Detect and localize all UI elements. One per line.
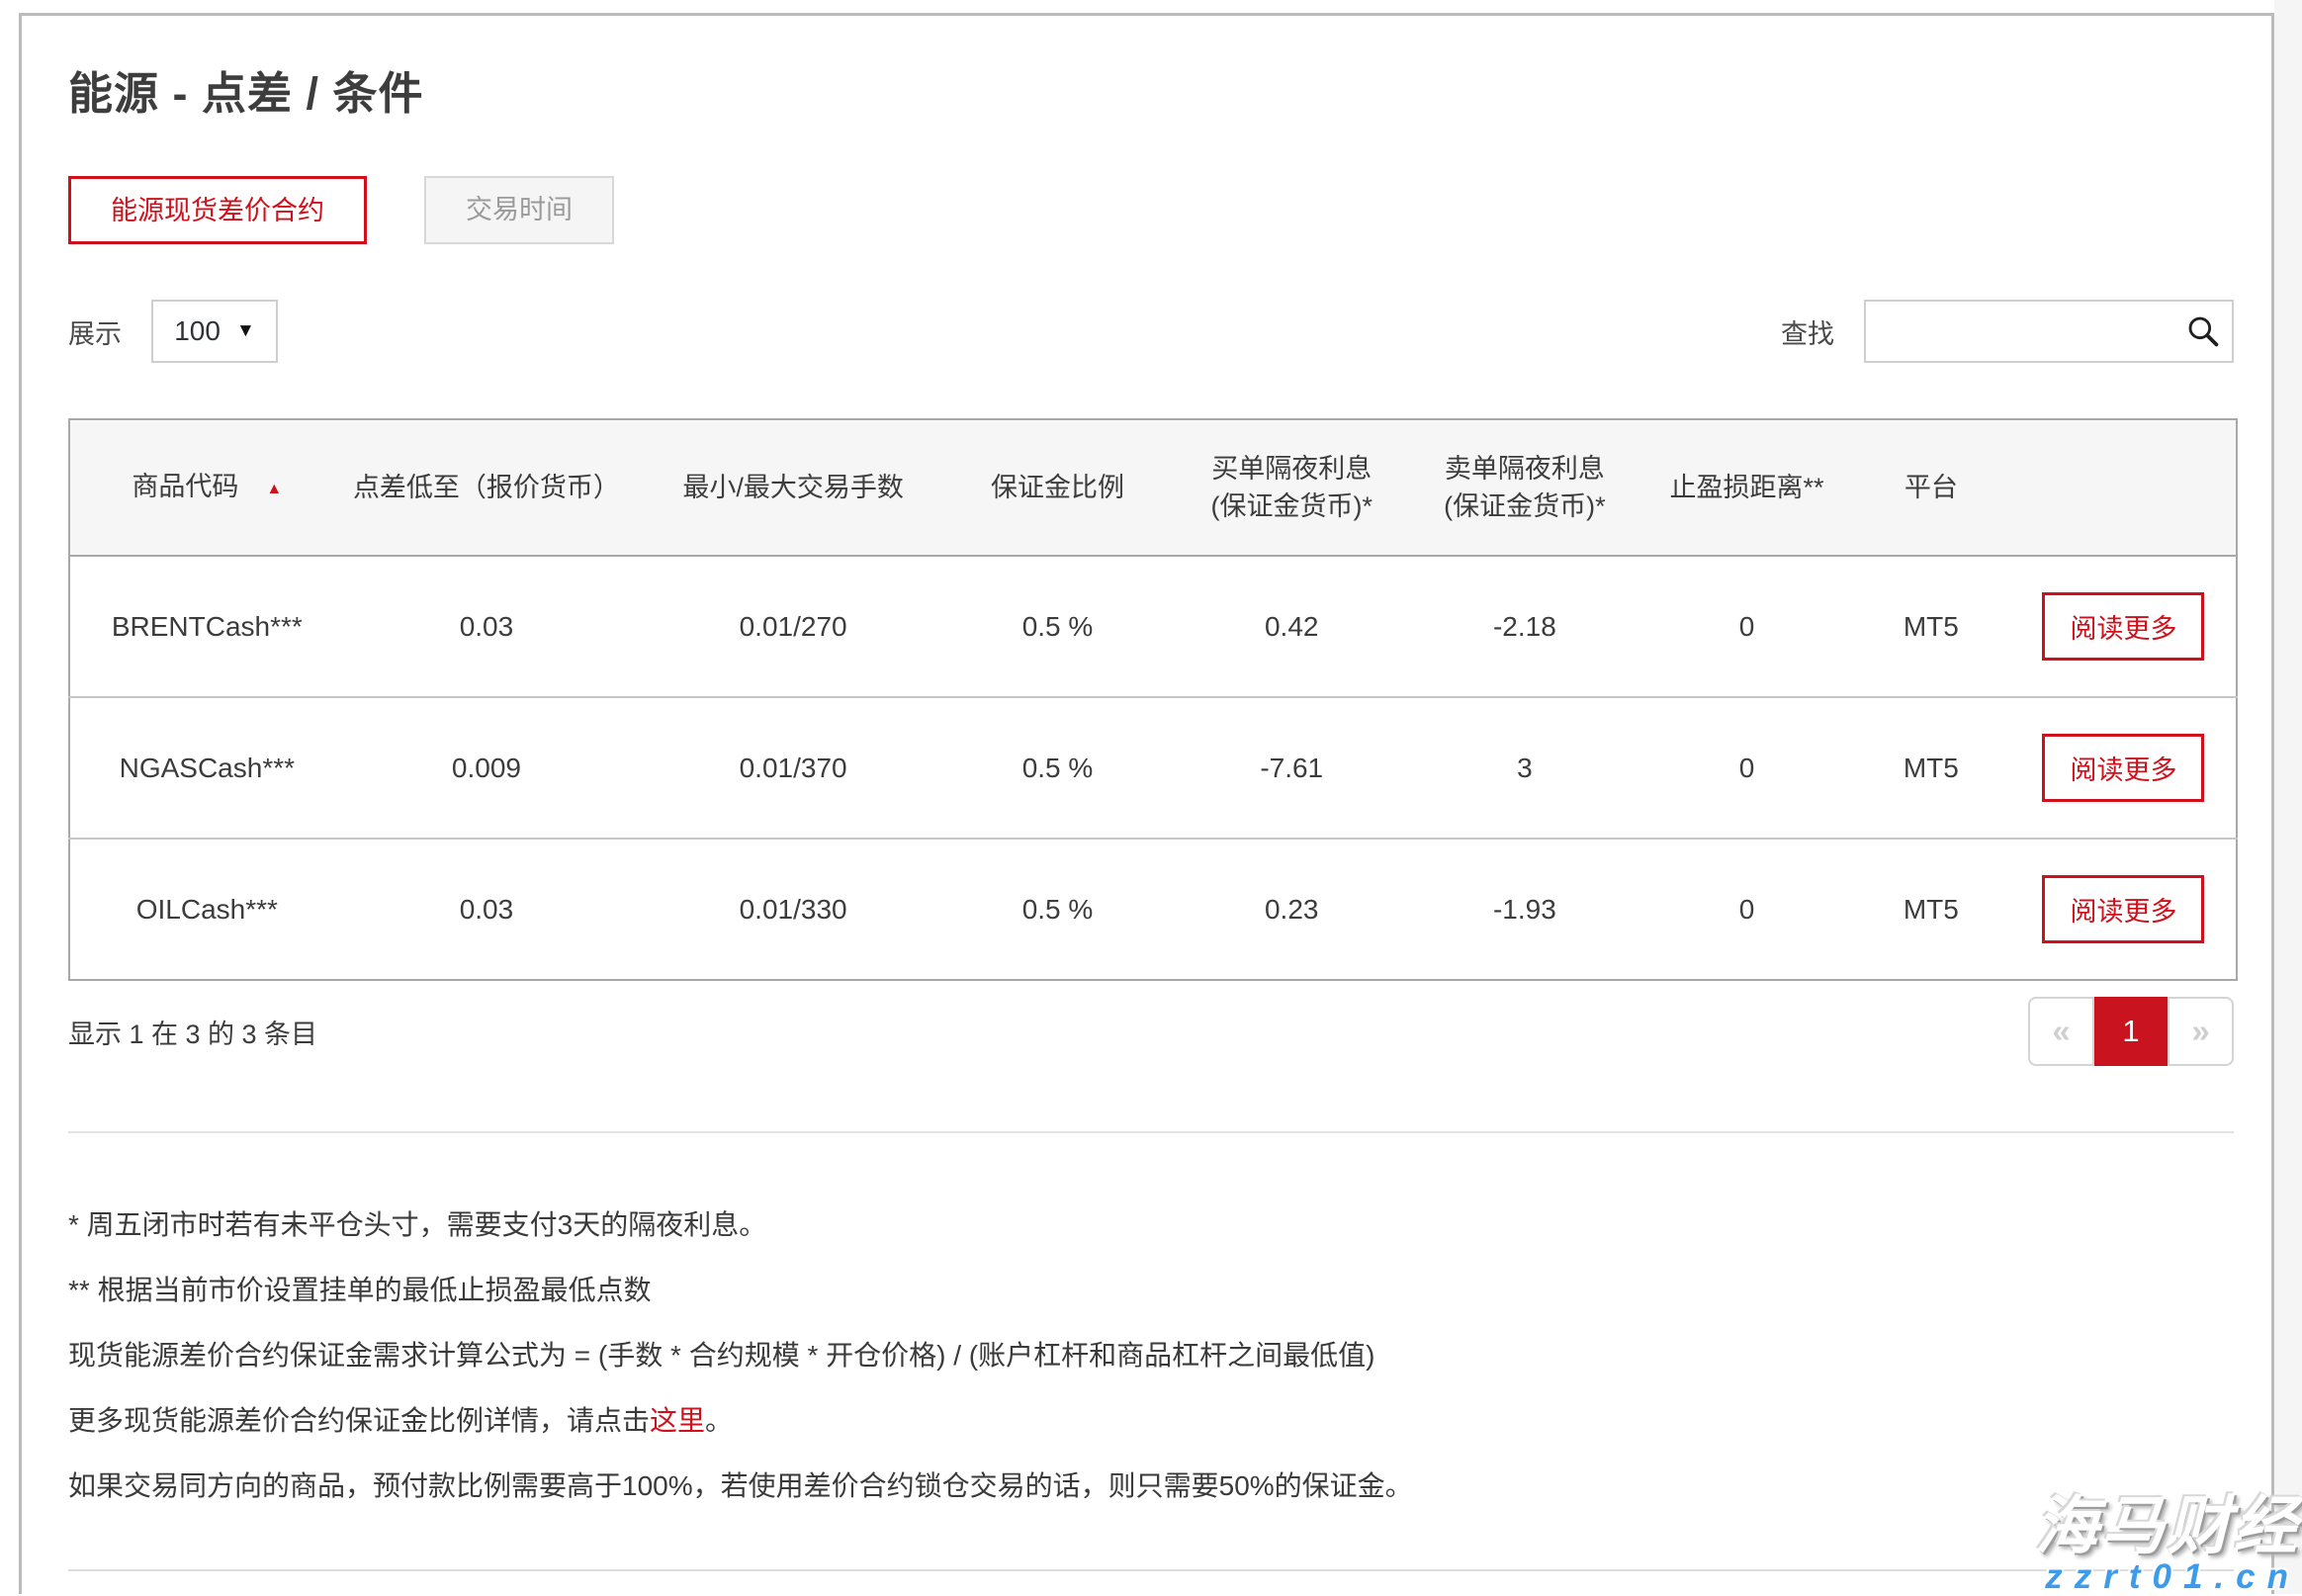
- show-entries-value: 100: [174, 315, 221, 347]
- caret-down-icon: ▼: [236, 320, 255, 342]
- cell-spread: 0.03: [325, 556, 649, 697]
- cell-buy-swap: -7.61: [1177, 697, 1406, 839]
- cell-sell-swap: -2.18: [1406, 556, 1642, 697]
- table-row: BRENTCash*** 0.03 0.01/270 0.5 % 0.42 -2…: [69, 556, 2237, 697]
- footnote-margin-formula: 现货能源差价合约保证金需求计算公式为 = (手数 * 合约规模 * 开仓价格) …: [68, 1339, 2234, 1373]
- table-header-row: 商品代码▲ 点差低至（报价货币） 最小/最大交易手数 保证金比例 买单隔夜利息 …: [69, 419, 2237, 556]
- show-entries-select[interactable]: 100 ▼: [151, 300, 278, 363]
- cell-buy-swap: 0.42: [1177, 556, 1406, 697]
- cell-sell-swap: 3: [1406, 697, 1642, 839]
- footnote-margin-details: 更多现货能源差价合约保证金比例详情，请点击这里。: [68, 1404, 2234, 1438]
- cell-lots: 0.01/370: [648, 697, 938, 839]
- search-icon: [2184, 312, 2222, 350]
- read-more-button[interactable]: 阅读更多: [2042, 875, 2204, 943]
- footnote-hedged-margin: 如果交易同方向的商品，预付款比例需要高于100%，若使用差价合约锁仓交易的话，则…: [68, 1469, 2234, 1503]
- cell-margin: 0.5 %: [938, 556, 1177, 697]
- watermark: 海马财经 zzrt01.cn: [2035, 1494, 2300, 1594]
- tab-trading-hours[interactable]: 交易时间: [424, 176, 614, 244]
- search-label: 查找: [1781, 312, 1834, 351]
- cell-spread: 0.03: [325, 839, 649, 980]
- table-row: OILCash*** 0.03 0.01/330 0.5 % 0.23 -1.9…: [69, 839, 2237, 980]
- tab-bar: 能源现货差价合约 交易时间: [68, 176, 2234, 244]
- bottom-divider: [68, 1569, 2234, 1571]
- col-header-spread[interactable]: 点差低至（报价货币）: [325, 419, 649, 556]
- cell-platform: MT5: [1851, 697, 2011, 839]
- cell-sell-swap: -1.93: [1406, 839, 1642, 980]
- cell-platform: MT5: [1851, 839, 2011, 980]
- cell-sl-distance: 0: [1642, 839, 1850, 980]
- cell-sl-distance: 0: [1642, 697, 1850, 839]
- tab-energy-spot-cfd[interactable]: 能源现货差价合约: [68, 176, 367, 244]
- content-card: 能源 - 点差 / 条件 能源现货差价合约 交易时间 展示 100 ▼ 查找: [19, 13, 2274, 1594]
- show-entries-label: 展示: [68, 312, 122, 351]
- cell-platform: MT5: [1851, 556, 2011, 697]
- page-background-strip: [2274, 0, 2302, 1594]
- watermark-brand: 海马财经: [2035, 1494, 2300, 1557]
- table-row: NGASCash*** 0.009 0.01/370 0.5 % -7.61 3…: [69, 697, 2237, 839]
- search-input[interactable]: [1864, 300, 2234, 363]
- here-link[interactable]: 这里: [650, 1405, 705, 1436]
- col-header-lots[interactable]: 最小/最大交易手数: [648, 419, 938, 556]
- cell-sl-distance: 0: [1642, 556, 1850, 697]
- next-page-button[interactable]: »: [2168, 997, 2234, 1066]
- col-header-sl-distance[interactable]: 止盈损距离**: [1642, 419, 1850, 556]
- cell-product-code: BRENTCash***: [69, 556, 325, 697]
- cell-buy-swap: 0.23: [1177, 839, 1406, 980]
- pagination: « 1 »: [2028, 997, 2234, 1066]
- cell-product-code: OILCash***: [69, 839, 325, 980]
- current-page-button[interactable]: 1: [2094, 997, 2168, 1066]
- read-more-button[interactable]: 阅读更多: [2042, 592, 2204, 661]
- col-header-actions: [2011, 419, 2237, 556]
- table-footer: 显示 1 在 3 的 3 条目 « 1 »: [68, 997, 2234, 1066]
- cell-lots: 0.01/330: [648, 839, 938, 980]
- double-chevron-left-icon: «: [2052, 1013, 2070, 1050]
- footnote-swap-3days: * 周五闭市时若有未平仓头寸，需要支付3天的隔夜利息。: [68, 1208, 2234, 1242]
- instruments-table: 商品代码▲ 点差低至（报价货币） 最小/最大交易手数 保证金比例 买单隔夜利息 …: [68, 418, 2238, 981]
- entries-info: 显示 1 在 3 的 3 条目: [68, 1013, 317, 1051]
- double-chevron-right-icon: »: [2191, 1013, 2209, 1050]
- watermark-domain: zzrt01.cn: [2035, 1559, 2300, 1594]
- cell-lots: 0.01/270: [648, 556, 938, 697]
- cell-margin: 0.5 %: [938, 697, 1177, 839]
- page-title: 能源 - 点差 / 条件: [68, 57, 2234, 122]
- col-header-buy-swap[interactable]: 买单隔夜利息 (保证金货币)*: [1177, 419, 1406, 556]
- footnotes: * 周五闭市时若有未平仓头寸，需要支付3天的隔夜利息。 ** 根据当前市价设置挂…: [68, 1208, 2234, 1503]
- col-header-sell-swap[interactable]: 卖单隔夜利息 (保证金货币)*: [1406, 419, 1642, 556]
- prev-page-button[interactable]: «: [2028, 997, 2094, 1066]
- footnote-min-sl-points: ** 根据当前市价设置挂单的最低止损盈最低点数: [68, 1274, 2234, 1307]
- cell-margin: 0.5 %: [938, 839, 1177, 980]
- read-more-button[interactable]: 阅读更多: [2042, 734, 2204, 802]
- col-header-margin[interactable]: 保证金比例: [938, 419, 1177, 556]
- cell-product-code: NGASCash***: [69, 697, 325, 839]
- col-header-product-code[interactable]: 商品代码▲: [69, 419, 325, 556]
- col-header-platform[interactable]: 平台: [1851, 419, 2011, 556]
- section-divider: [68, 1131, 2234, 1133]
- sort-asc-icon: ▲: [266, 481, 282, 497]
- cell-spread: 0.009: [325, 697, 649, 839]
- table-controls: 展示 100 ▼ 查找: [68, 300, 2234, 363]
